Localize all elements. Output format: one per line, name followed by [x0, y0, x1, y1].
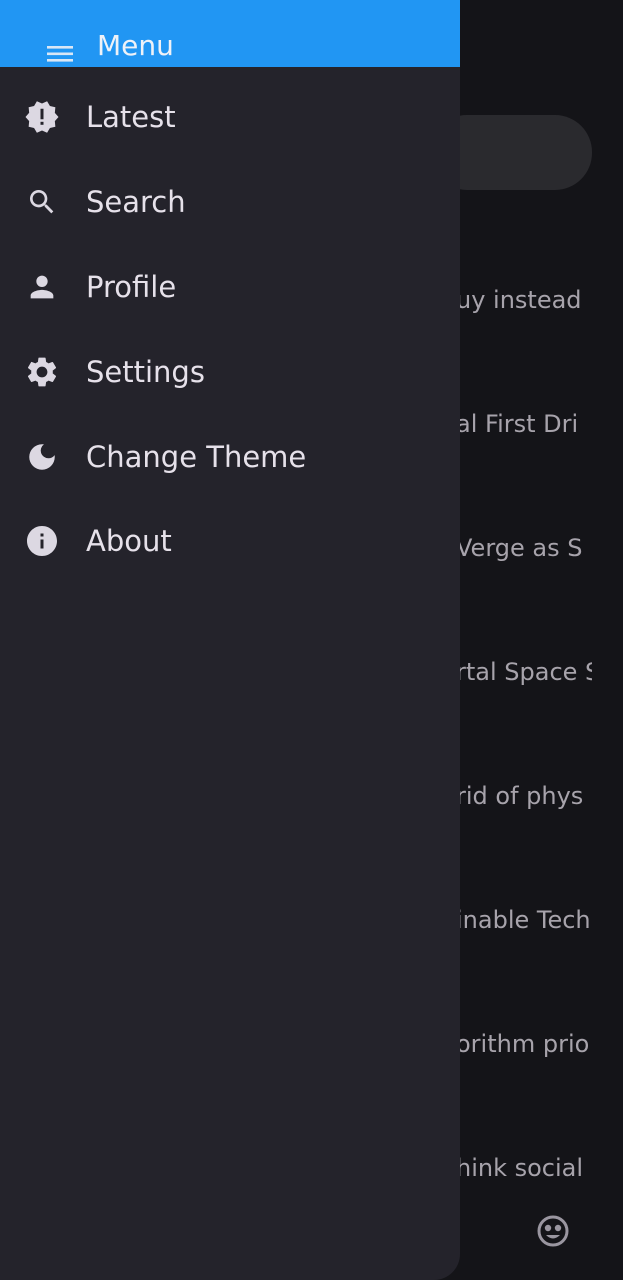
drawer-item-search[interactable]: Search	[0, 164, 460, 240]
list-item[interactable]: al First Dri	[456, 409, 592, 439]
drawer-item-about[interactable]: About	[0, 503, 460, 579]
hamburger-menu-icon[interactable]	[45, 42, 75, 66]
drawer-item-label: Latest	[86, 100, 176, 134]
drawer-item-label: Profile	[86, 270, 177, 304]
drawer-item-change-theme[interactable]: Change Theme	[0, 419, 460, 495]
list-item[interactable]: Verge as S	[456, 533, 592, 563]
person-icon	[24, 269, 60, 305]
drawer-item-label: About	[86, 524, 172, 558]
drawer-item-settings[interactable]: Settings	[0, 334, 460, 410]
info-icon	[24, 523, 60, 559]
list-item[interactable]: uy instead	[456, 285, 592, 315]
drawer-item-label: Search	[86, 185, 186, 219]
drawer-header: Menu	[0, 0, 460, 67]
gear-icon	[24, 354, 60, 390]
emoji-face-icon[interactable]	[535, 1213, 571, 1249]
drawer-item-label: Settings	[86, 355, 205, 389]
drawer-item-profile[interactable]: Profile	[0, 249, 460, 325]
search-icon	[24, 184, 60, 220]
drawer-title: Menu	[97, 29, 174, 62]
list-item[interactable]: orithm prio	[456, 1029, 592, 1059]
moon-icon	[24, 439, 60, 475]
drawer-item-latest[interactable]: Latest	[0, 79, 460, 155]
drawer-item-label: Change Theme	[86, 440, 307, 474]
list-item[interactable]: hink social	[456, 1153, 592, 1183]
list-item[interactable]: inable Tech	[456, 905, 592, 935]
new-releases-icon	[24, 99, 60, 135]
navigation-drawer: Menu Latest Search Profile Settings Chan…	[0, 0, 460, 1280]
list-item[interactable]: rid of phys	[456, 781, 592, 811]
list-item[interactable]: rtal Space S	[456, 657, 592, 687]
